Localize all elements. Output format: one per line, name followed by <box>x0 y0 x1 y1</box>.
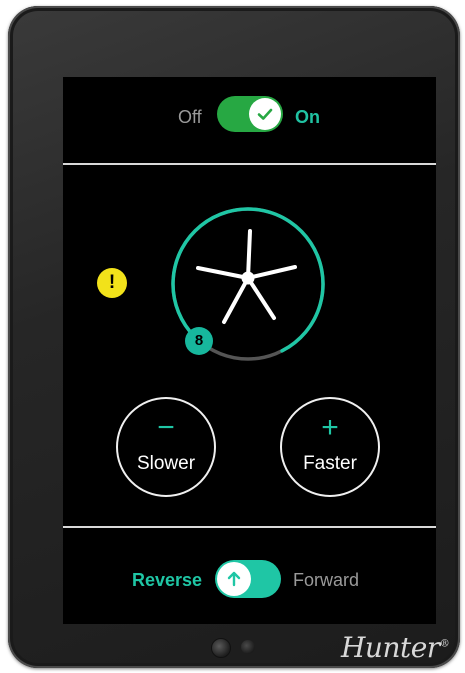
fan-speed-badge: 8 <box>185 327 213 355</box>
faster-button[interactable]: + Faster <box>280 397 380 497</box>
light-sensor <box>241 640 255 654</box>
fan-blades-icon <box>196 229 297 324</box>
power-on-label: On <box>295 107 320 127</box>
control-screen: Off On ! 8 − Slower + Faster Reverse For… <box>63 77 436 624</box>
bottom-divider <box>63 526 436 528</box>
direction-toggle-knob <box>217 562 251 596</box>
tablet-device: Off On ! 8 − Slower + Faster Reverse For… <box>8 6 460 668</box>
slower-button[interactable]: − Slower <box>116 397 216 497</box>
check-icon <box>257 108 273 120</box>
forward-label: Forward <box>293 570 360 590</box>
warning-icon[interactable]: ! <box>97 268 127 298</box>
brand-logo: Hunter® <box>341 631 450 664</box>
minus-icon: − <box>157 411 175 444</box>
direction-toggle[interactable] <box>215 560 281 598</box>
power-off-label: Off <box>178 107 202 127</box>
reverse-label: Reverse <box>132 570 203 590</box>
power-toggle-knob <box>249 98 281 130</box>
faster-label: Faster <box>303 453 357 474</box>
plus-icon: + <box>321 411 339 444</box>
arrow-up-icon <box>227 571 241 587</box>
slower-label: Slower <box>136 453 196 474</box>
power-toggle[interactable] <box>217 96 283 132</box>
camera-lens <box>211 638 231 658</box>
top-divider <box>63 163 436 165</box>
